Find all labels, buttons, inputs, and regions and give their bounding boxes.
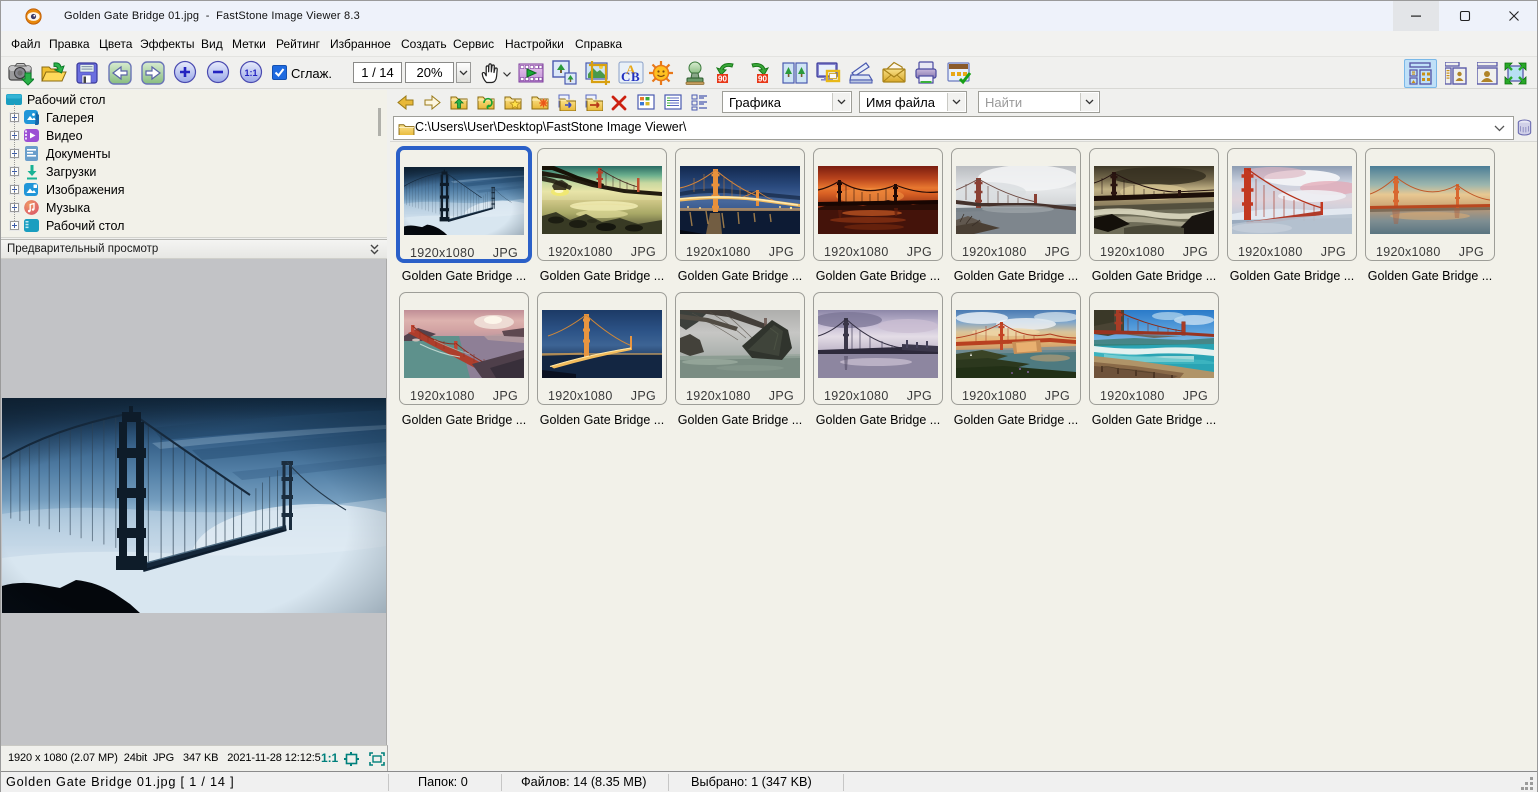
svg-text:C: C — [621, 69, 630, 84]
svg-text:90: 90 — [758, 75, 767, 84]
svg-text:B: B — [631, 69, 640, 84]
svg-text:90: 90 — [718, 75, 727, 84]
svg-text:1:1: 1:1 — [244, 68, 257, 78]
